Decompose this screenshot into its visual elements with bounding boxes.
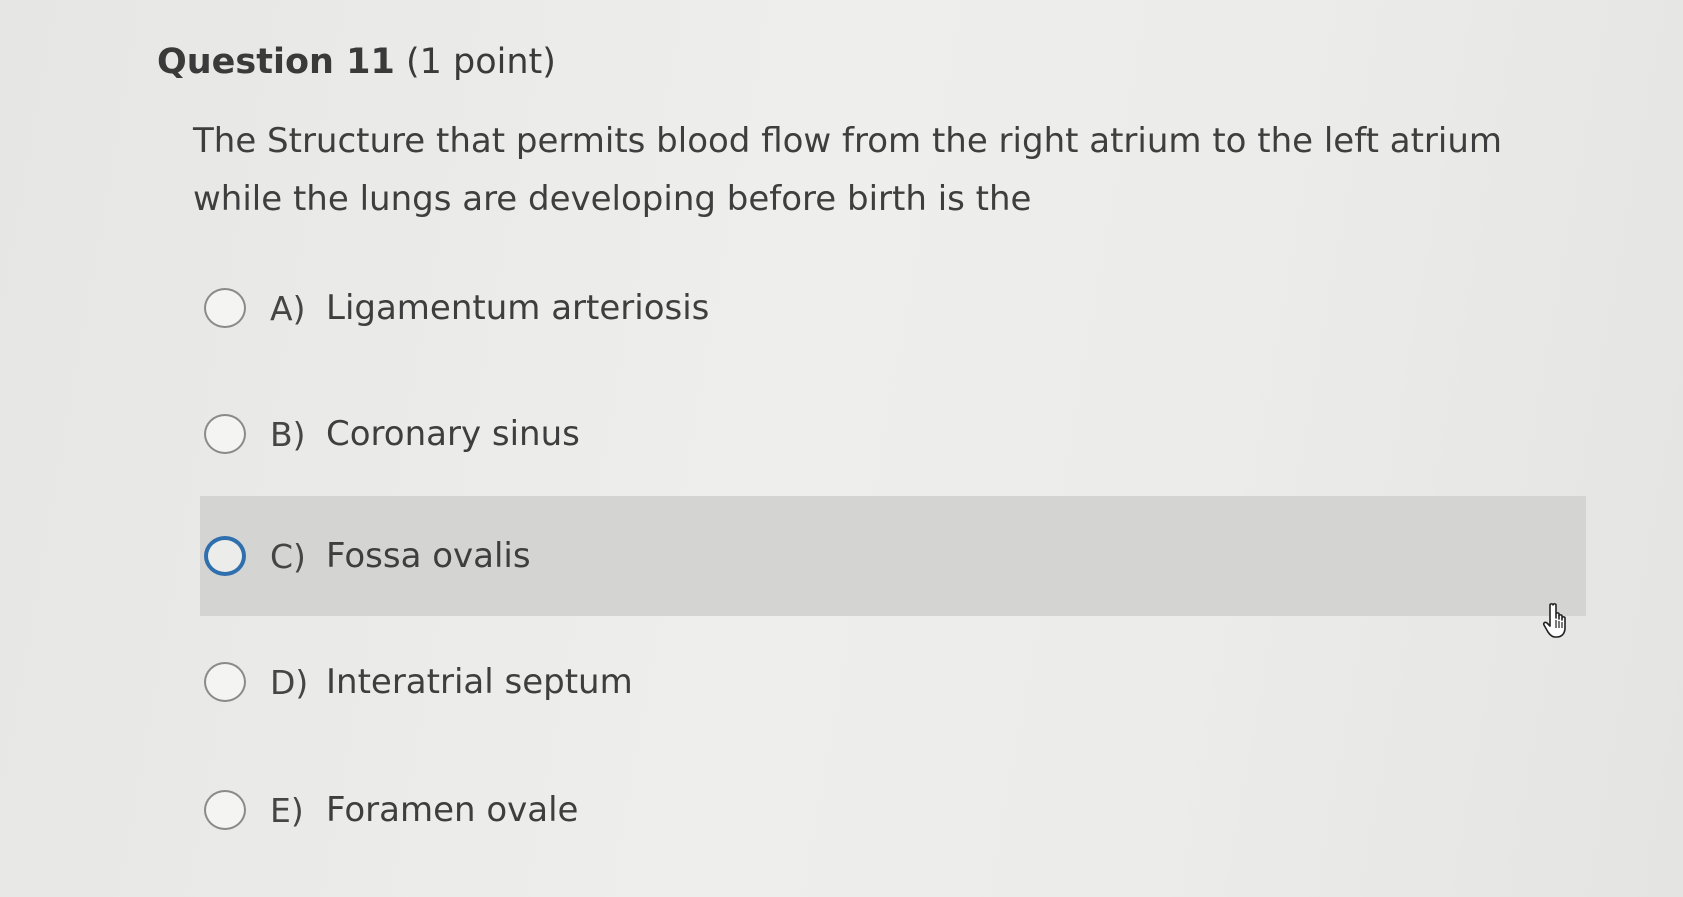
option-letter: A) xyxy=(270,288,306,328)
radio-button-d[interactable] xyxy=(204,662,246,702)
quiz-page: Question 11 (1 point) The Structure that… xyxy=(0,0,1683,897)
radio-button-c[interactable] xyxy=(204,536,246,576)
option-label: Fossa ovalis xyxy=(326,536,531,576)
radio-button-a[interactable] xyxy=(204,288,246,328)
radio-button-b[interactable] xyxy=(204,414,246,454)
option-letter: D) xyxy=(270,662,309,702)
option-letter: C) xyxy=(270,536,306,576)
question-title: Question 11 (1 point) xyxy=(157,42,556,82)
hand-pointer-icon xyxy=(1542,603,1566,638)
option-letter: B) xyxy=(270,414,306,454)
option-b[interactable]: B) Coronary sinus xyxy=(200,374,1586,494)
option-e[interactable]: E) Foramen ovale xyxy=(200,750,1586,870)
option-label: Interatrial septum xyxy=(326,662,633,702)
radio-button-e[interactable] xyxy=(204,790,246,830)
option-label: Ligamentum arteriosis xyxy=(326,288,710,328)
question-points: (1 point) xyxy=(405,42,556,82)
option-letter: E) xyxy=(270,790,304,830)
option-d[interactable]: D) Interatrial septum xyxy=(200,622,1586,742)
question-number: Question 11 xyxy=(157,42,395,82)
option-c[interactable]: C) Fossa ovalis xyxy=(200,496,1586,616)
option-label: Coronary sinus xyxy=(326,414,580,454)
option-label: Foramen ovale xyxy=(326,790,579,830)
option-a[interactable]: A) Ligamentum arteriosis xyxy=(200,248,1586,368)
question-text: The Structure that permits blood flow fr… xyxy=(193,121,1502,219)
